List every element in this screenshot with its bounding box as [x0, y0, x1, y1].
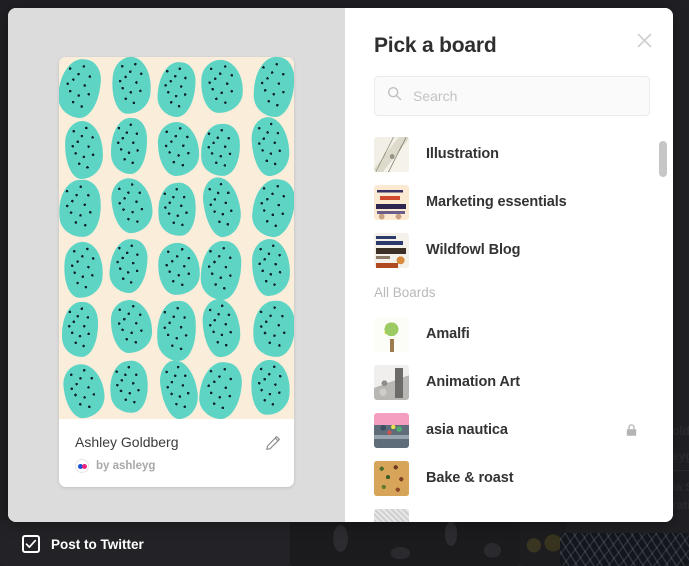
leaf-shape — [199, 58, 244, 114]
board-list-item[interactable]: Illustration — [374, 130, 655, 178]
board-list-item-partial[interactable] — [374, 502, 655, 522]
pin-image — [59, 57, 294, 419]
leaf-shape — [61, 302, 98, 357]
board-list-item[interactable]: Wildfowl Blog — [374, 226, 655, 274]
leaf-shape — [59, 57, 103, 120]
board-list[interactable]: Illustration Marketing essentials Wildfo… — [345, 130, 673, 522]
pin-attribution-label: by ashleyg — [96, 460, 156, 472]
background-faint-text: oldb — [672, 424, 689, 438]
board-name-label: Wildfowl Blog — [426, 242, 521, 258]
board-thumbnail — [374, 316, 409, 352]
leaf-shape — [251, 238, 290, 296]
leaf-shape — [61, 362, 106, 419]
leaf-shape — [110, 299, 153, 354]
search-input[interactable] — [413, 88, 637, 104]
leaf-shape — [63, 120, 104, 179]
page-root: oldb eyg ia S ratio Ashley Goldberg — [0, 0, 689, 566]
board-list-item[interactable]: Animation Art — [374, 358, 655, 406]
post-to-twitter-label[interactable]: Post to Twitter — [51, 537, 144, 552]
leaf-shape — [109, 176, 154, 235]
board-name-label: asia nautica — [426, 422, 508, 438]
post-to-twitter-checkbox[interactable] — [22, 535, 40, 553]
pin-attribution-row: by ashleyg — [75, 459, 280, 473]
leaf-shape — [157, 358, 200, 419]
background-faint-text: ratio — [672, 498, 689, 512]
leaf-shape — [154, 181, 199, 239]
board-list-scrollbar-thumb[interactable] — [659, 141, 667, 177]
board-thumbnail — [374, 136, 409, 172]
board-thumbnail — [374, 460, 409, 496]
picker-header: Pick a board — [345, 8, 673, 58]
background-faint-text: eyg — [672, 449, 689, 463]
pin-title: Ashley Goldberg — [75, 434, 179, 450]
leaf-shape — [156, 242, 201, 297]
page-title: Pick a board — [374, 34, 497, 57]
board-name-label: Amalfi — [426, 326, 470, 342]
board-picker-pane: Pick a board Search Illustration Marketi… — [345, 8, 673, 522]
leaf-shape — [197, 360, 244, 419]
leaf-shape — [110, 117, 147, 174]
board-list-item[interactable]: Marketing essentials — [374, 178, 655, 226]
pinterest-avatar-icon — [75, 459, 89, 473]
leaf-shape — [156, 60, 197, 118]
lock-icon — [626, 423, 637, 437]
search-field[interactable] — [374, 76, 650, 116]
leaf-shape — [59, 178, 103, 239]
close-x-icon[interactable] — [633, 29, 655, 51]
board-list-item[interactable]: Bake & roast — [374, 454, 655, 502]
checkmark-icon — [25, 539, 37, 548]
board-list-scrollbar-track[interactable] — [659, 138, 667, 514]
board-thumbnail — [374, 508, 409, 522]
search-icon — [387, 86, 402, 106]
pencil-edit-icon[interactable] — [265, 435, 281, 451]
pin-card[interactable]: Ashley Goldberg by ashleyg — [59, 57, 294, 487]
board-name-label: Marketing essentials — [426, 194, 567, 210]
leaf-shape — [199, 239, 242, 301]
board-thumbnail — [374, 184, 409, 220]
leaf-shape — [248, 358, 293, 417]
leaf-shape — [108, 237, 149, 295]
leaf-shape — [106, 358, 151, 415]
board-name-label: Animation Art — [426, 374, 521, 390]
leaf-shape — [252, 57, 294, 118]
all-boards-section-label: All Boards — [374, 284, 436, 300]
leaf-shape — [200, 122, 241, 177]
board-list-item[interactable]: Amalfi — [374, 310, 655, 358]
leaf-shape — [155, 299, 198, 362]
board-thumbnail — [374, 232, 409, 268]
leaf-shape — [250, 299, 294, 358]
leaf-shape — [201, 297, 242, 358]
leaf-shape — [199, 174, 244, 239]
background-faint-text: ia S — [672, 480, 689, 494]
leaf-shape — [61, 240, 106, 300]
leaf-shape — [157, 121, 200, 176]
bottom-toolbar: Post to Twitter — [0, 522, 689, 566]
board-name-label: Bake & roast — [426, 470, 514, 486]
leaf-shape — [109, 57, 154, 116]
background-divider — [672, 470, 689, 471]
board-name-label: Illustration — [426, 146, 499, 162]
board-list-item[interactable]: asia nautica — [374, 406, 655, 454]
pin-meta: Ashley Goldberg by ashleyg — [59, 419, 294, 487]
board-thumbnail — [374, 412, 409, 448]
leaf-shape — [250, 176, 294, 239]
pick-a-board-modal: Ashley Goldberg by ashleyg Pick a board … — [8, 8, 673, 522]
leaf-shape — [250, 116, 291, 177]
board-thumbnail — [374, 364, 409, 400]
pin-preview-pane: Ashley Goldberg by ashleyg — [8, 8, 345, 522]
